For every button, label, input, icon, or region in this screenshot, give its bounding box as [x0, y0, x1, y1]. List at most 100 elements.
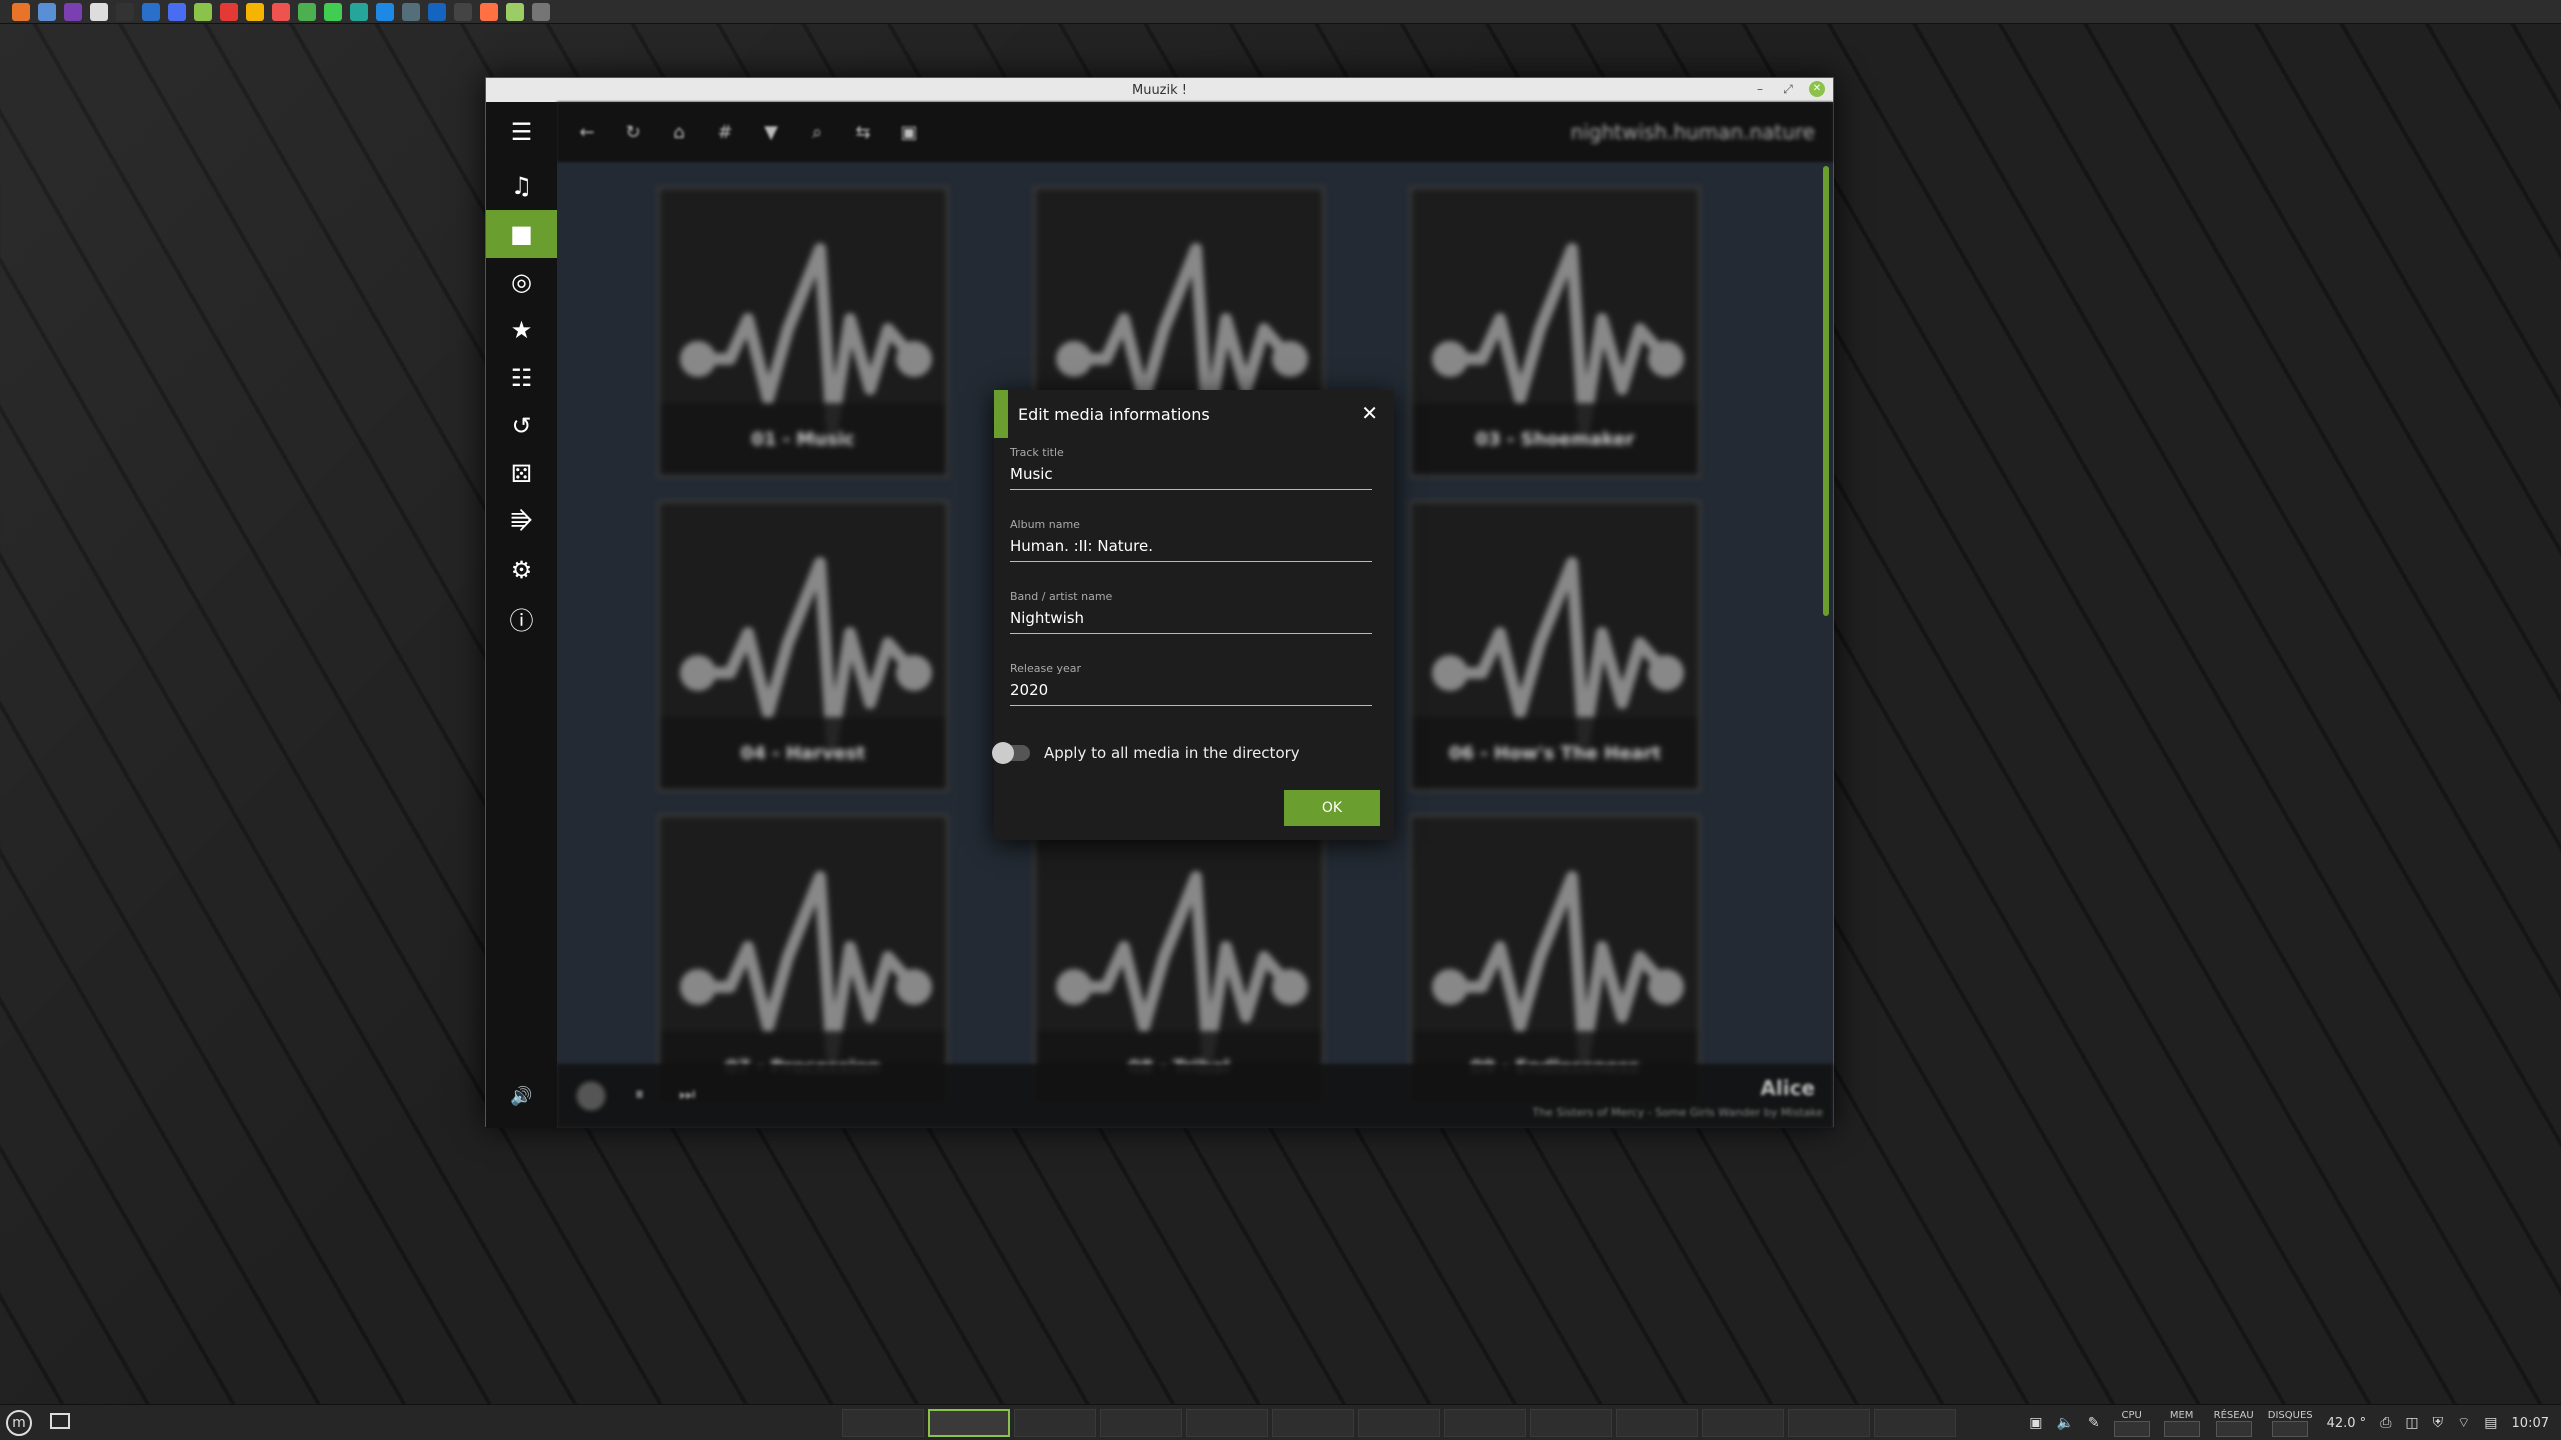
workspace-slot[interactable] — [1014, 1409, 1096, 1437]
band-name-input[interactable] — [1010, 607, 1372, 634]
maximize-button[interactable]: ⤢ — [1781, 82, 1795, 97]
launcher-app8-icon[interactable] — [506, 2, 524, 21]
launcher-shield-icon[interactable] — [298, 2, 316, 21]
edit-media-dialog: Edit media informations ✕ Track title Al… — [992, 390, 1394, 840]
volume-icon[interactable]: 🔊 — [486, 1072, 557, 1120]
launcher-app4-icon[interactable] — [376, 2, 394, 21]
workspace-slot[interactable] — [842, 1409, 924, 1437]
clipboard-icon[interactable]: ▤ — [2484, 1415, 2497, 1431]
workspace-slot[interactable] — [1702, 1409, 1784, 1437]
workspace-slot[interactable] — [1358, 1409, 1440, 1437]
net-meter[interactable]: RÉSEAU — [2214, 1410, 2254, 1437]
show-desktop-icon[interactable] — [50, 1413, 70, 1429]
launcher-folder-icon[interactable] — [194, 2, 212, 21]
launcher-app9-icon[interactable] — [532, 2, 550, 21]
launcher-files-icon[interactable] — [38, 2, 56, 21]
workspace-slot[interactable] — [1530, 1409, 1612, 1437]
launcher-app-icon[interactable] — [142, 2, 160, 21]
album-name-label: Album name — [1010, 518, 1080, 531]
album-card-label: 03 - Shoemaker — [1412, 403, 1698, 475]
launcher-photo-icon[interactable] — [272, 2, 290, 21]
band-name-label: Band / artist name — [1010, 590, 1113, 603]
album-card[interactable]: 06 - How's The Heart — [1409, 500, 1701, 792]
close-icon[interactable]: ✕ — [1361, 402, 1378, 424]
workspace-slot[interactable] — [1444, 1409, 1526, 1437]
temperature-readout: 42.0 ° — [2326, 1415, 2367, 1431]
disk-meter[interactable]: DISQUES — [2268, 1410, 2313, 1437]
info-icon[interactable]: ⓘ — [486, 594, 557, 642]
launcher-app5-icon[interactable] — [402, 2, 420, 21]
playlist-icon[interactable]: ☷ — [486, 354, 557, 402]
tray-app-icon[interactable]: ▣ — [2029, 1415, 2042, 1431]
random-dice-icon[interactable]: ⚄ — [486, 450, 557, 498]
network-wifi-icon[interactable]: ⌔ — [2457, 1414, 2470, 1432]
album-card[interactable]: 04 - Harvest — [657, 500, 949, 792]
back-arrow-icon[interactable]: ← — [577, 122, 597, 143]
clock[interactable]: 10:07 — [2512, 1416, 2549, 1431]
music-icon[interactable]: ♫ — [486, 162, 557, 210]
top-panel — [0, 0, 2561, 24]
window-titlebar[interactable]: Muuzik ! – ⤢ ✕ — [486, 78, 1833, 102]
hamburger-menu-icon[interactable]: ☰ — [486, 102, 557, 162]
launcher-media-icon[interactable] — [480, 2, 498, 21]
start-menu-icon[interactable]: m — [6, 1410, 32, 1436]
launcher-firefox-icon[interactable] — [12, 2, 30, 21]
disc-icon[interactable]: ◎ — [486, 258, 557, 306]
album-card[interactable]: 09 - Endlessness — [1409, 814, 1701, 1106]
launcher-terminal-icon[interactable] — [116, 2, 134, 21]
album-card-label: 01 - Music — [660, 403, 946, 475]
launcher-tor-icon[interactable] — [64, 2, 82, 21]
release-year-input[interactable] — [1010, 679, 1372, 706]
close-window-button[interactable]: ✕ — [1809, 81, 1825, 97]
tray-shield-icon[interactable]: ⛨ — [2433, 1415, 2444, 1431]
launcher-app2-icon[interactable] — [168, 2, 186, 21]
star-icon[interactable]: ★ — [486, 306, 557, 354]
track-title-input[interactable] — [1010, 463, 1372, 490]
next-track-icon[interactable]: ⏭ — [679, 1084, 695, 1105]
cover-disc-icon[interactable] — [575, 1080, 607, 1112]
scrollbar[interactable] — [1823, 166, 1829, 616]
launcher-app3-icon[interactable] — [350, 2, 368, 21]
album-card[interactable]: 01 - Music — [657, 186, 949, 478]
workspace-slot[interactable] — [1100, 1409, 1182, 1437]
workspace-slot[interactable] — [1874, 1409, 1956, 1437]
home-icon[interactable]: ⌂ — [669, 122, 689, 143]
tray-pen-icon[interactable]: ✎ — [2088, 1415, 2100, 1431]
launcher-app7-icon[interactable] — [454, 2, 472, 21]
select-all-icon[interactable]: ▣ — [899, 122, 919, 143]
album-name-input[interactable] — [1010, 535, 1372, 562]
hash-icon[interactable]: # — [715, 122, 735, 143]
launcher-image-icon[interactable] — [220, 2, 238, 21]
workspace-slot-active[interactable] — [928, 1409, 1010, 1437]
album-card[interactable]: 03 - Shoemaker — [1409, 186, 1701, 478]
launcher-app6-icon[interactable] — [428, 2, 446, 21]
tray-info-icon[interactable]: ◫ — [2405, 1415, 2418, 1431]
search-icon[interactable]: ⌕ — [807, 122, 827, 143]
launcher-qt-icon[interactable] — [324, 2, 342, 21]
workspace-slot[interactable] — [1788, 1409, 1870, 1437]
tray-volume-icon[interactable]: 🔈 — [2056, 1415, 2073, 1431]
album-card[interactable]: 08 - Tribal — [1033, 814, 1325, 1106]
launcher-chrome-icon[interactable] — [246, 2, 264, 21]
workspace-slot[interactable] — [1272, 1409, 1354, 1437]
pause-icon[interactable]: ⏸ — [635, 1084, 644, 1105]
settings-gear-icon[interactable]: ⚙ — [486, 546, 557, 594]
release-year-label: Release year — [1010, 662, 1082, 675]
cpu-meter[interactable]: CPU — [2113, 1410, 2150, 1437]
folder-icon[interactable]: ■ — [486, 210, 557, 258]
workspace-slot[interactable] — [1616, 1409, 1698, 1437]
workspace-slot[interactable] — [1186, 1409, 1268, 1437]
sort-icon[interactable]: ⇆ — [853, 122, 873, 143]
minimize-button[interactable]: – — [1753, 82, 1767, 96]
launcher-editor-icon[interactable] — [90, 2, 108, 21]
mem-meter[interactable]: MEM — [2163, 1410, 2200, 1437]
sidebar: ☰ ♫ ■ ◎ ★ ☷ ↺ ⚄ ⭆ ⚙ ⓘ 🔊 — [486, 102, 557, 1128]
history-icon[interactable]: ↺ — [486, 402, 557, 450]
printer-icon[interactable]: ⎙ — [2380, 1415, 2391, 1431]
ok-button[interactable]: OK — [1284, 790, 1380, 826]
apply-all-toggle[interactable] — [992, 742, 1030, 764]
refresh-icon[interactable]: ↻ — [623, 122, 643, 143]
usb-icon[interactable]: ⭆ — [486, 498, 557, 546]
filter-icon[interactable]: ▼ — [761, 122, 781, 143]
album-card[interactable]: 07 - Procession — [657, 814, 949, 1106]
